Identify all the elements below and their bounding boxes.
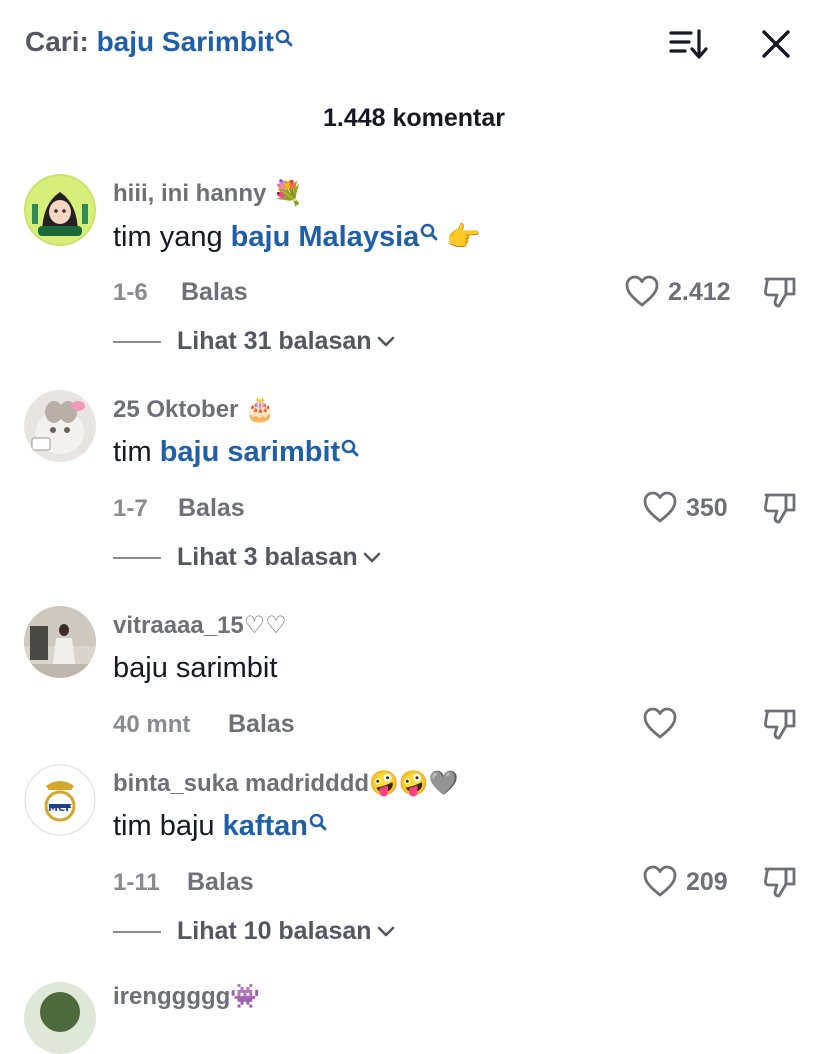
comment-text-plain: tim (113, 436, 160, 468)
dislike-button[interactable] (762, 706, 798, 747)
dislike-icon (764, 709, 796, 740)
chevron-down-icon (377, 926, 394, 936)
sort-icon (669, 29, 708, 59)
search-label[interactable]: Cari: baju Sarimbit (25, 26, 293, 58)
heart-icon (643, 491, 677, 523)
close-button[interactable] (758, 24, 794, 64)
comment-text: tim yang baju Malaysia 👉 (113, 220, 481, 254)
dislike-icon (764, 493, 796, 524)
username-emoji: 🤪🤪🩶 (369, 769, 459, 797)
like-count: 350 (686, 494, 728, 522)
like-button[interactable] (624, 274, 660, 313)
divider-line (113, 556, 161, 559)
svg-text:MCF: MCF (48, 803, 72, 814)
username-text: binta_suka madridddd (113, 770, 370, 797)
view-replies-label: Lihat 31 balasan (177, 327, 372, 355)
chevron-down-icon (363, 552, 380, 562)
heart-icon (643, 707, 677, 739)
search-link[interactable]: baju sarimbit (160, 436, 341, 468)
username-text: irenggggg (113, 983, 231, 1010)
divider-line (113, 930, 161, 933)
dislike-button[interactable] (762, 490, 798, 531)
view-replies-button[interactable]: Lihat 31 balasan (113, 327, 396, 356)
comment-username[interactable]: binta_suka madridddd🤪🤪🩶 (113, 769, 459, 798)
dislike-icon (764, 867, 796, 898)
like-count: 209 (686, 868, 728, 896)
dislike-button[interactable] (762, 274, 798, 315)
comment-username[interactable]: 25 Oktober 🎂 (113, 395, 275, 424)
reply-button[interactable]: Balas (178, 494, 245, 523)
search-query[interactable]: baju Sarimbit (97, 26, 274, 57)
dislike-button[interactable] (762, 864, 798, 905)
search-icon (341, 434, 359, 467)
comment-date: 40 mnt (113, 711, 191, 738)
avatar[interactable]: MCF (24, 764, 96, 836)
comment-text: tim baju sarimbit (113, 436, 359, 469)
divider-line (113, 340, 161, 343)
username-text: 25 Oktober (113, 396, 239, 423)
username-text: vitraaaa_15 (113, 612, 244, 639)
like-button[interactable] (642, 864, 678, 903)
comment-text-plain: tim baju (113, 810, 223, 842)
reply-button[interactable]: Balas (181, 278, 248, 307)
comment-emoji: 👉 (446, 220, 482, 253)
search-link[interactable]: kaftan (223, 810, 308, 842)
comment-text: baju sarimbit (113, 652, 277, 685)
dislike-icon (764, 277, 796, 308)
username-emoji: 💐 (273, 179, 303, 207)
username-text: hiii, ini hanny (113, 180, 267, 207)
sort-button[interactable] (668, 26, 708, 62)
comment-count: 1.448 komentar (322, 104, 506, 132)
comment-text: tim baju kaftan (113, 810, 327, 843)
search-icon (420, 218, 438, 251)
view-replies-label: Lihat 3 balasan (177, 543, 358, 571)
avatar[interactable] (24, 982, 96, 1054)
heart-icon (625, 275, 659, 307)
like-button[interactable] (642, 706, 678, 745)
username-emoji: 👾 (230, 982, 261, 1010)
view-replies-button[interactable]: Lihat 3 balasan (113, 543, 382, 572)
search-prefix-text: Cari: (25, 26, 97, 57)
comment-username[interactable]: irenggggg👾 (113, 982, 260, 1011)
chevron-down-icon (377, 336, 394, 346)
heart-icon (643, 865, 677, 897)
avatar[interactable] (24, 606, 96, 678)
reply-button[interactable]: Balas (228, 710, 295, 739)
close-icon (762, 30, 790, 58)
reply-button[interactable]: Balas (187, 868, 254, 897)
comment-username[interactable]: hiii, ini hanny 💐 (113, 179, 303, 208)
view-replies-label: Lihat 10 balasan (177, 917, 372, 945)
username-emoji: ♡♡ (243, 611, 287, 639)
search-icon (309, 808, 327, 841)
like-button[interactable] (642, 490, 678, 529)
comment-date: 1-11 (113, 869, 160, 896)
avatar[interactable] (24, 174, 96, 246)
comment-date: 1-7 (113, 495, 148, 522)
search-link[interactable]: baju Malaysia (231, 221, 420, 253)
comment-date: 1-6 (113, 279, 148, 306)
like-count: 2.412 (668, 278, 731, 306)
comments-header: Cari: baju Sarimbit (0, 0, 828, 90)
avatar[interactable] (24, 390, 96, 462)
comment-username[interactable]: vitraaaa_15♡♡ (113, 611, 287, 640)
comment-text-plain: tim yang (113, 221, 231, 253)
comment-text-plain: baju sarimbit (113, 652, 278, 684)
view-replies-button[interactable]: Lihat 10 balasan (113, 917, 396, 946)
username-emoji: 🎂 (245, 395, 275, 423)
search-icon (275, 24, 293, 56)
